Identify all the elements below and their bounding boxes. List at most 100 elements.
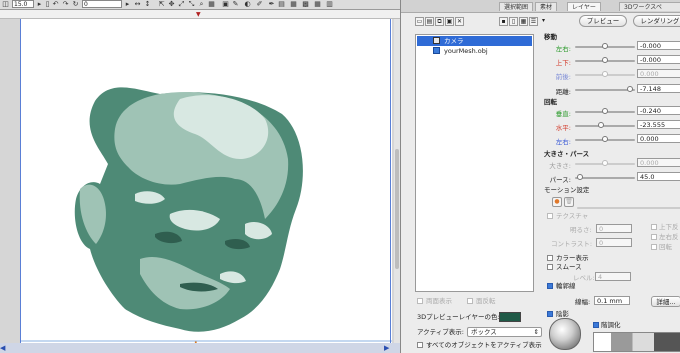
timeline-bar[interactable]: ◀ ▶: [0, 343, 400, 353]
outline-width-field[interactable]: 0.1 mm: [594, 296, 630, 305]
camera-icon: [433, 37, 440, 44]
rotate-h-field[interactable]: -23.555: [637, 120, 680, 129]
distance-field[interactable]: -7.148: [637, 84, 680, 93]
gradient-map[interactable]: [593, 332, 680, 352]
grid5-icon[interactable]: ▥: [326, 1, 333, 8]
expand-icon[interactable]: ⤢: [178, 1, 185, 8]
level-field: 4: [595, 272, 631, 281]
view-grid-icon[interactable]: ▦: [519, 17, 528, 26]
tab-3d-workspace[interactable]: 3Dワークスペ: [619, 2, 680, 11]
perspective-knob[interactable]: [577, 174, 583, 180]
left-arrow-icon[interactable]: ◀: [0, 344, 5, 352]
dropdown-icon[interactable]: ▾: [539, 17, 548, 26]
delete-icon[interactable]: ✕: [455, 17, 464, 26]
pen-icon[interactable]: ✒: [268, 1, 275, 8]
lock-icon[interactable]: ▣: [222, 1, 229, 8]
list-item-camera[interactable]: カメラ: [417, 36, 532, 46]
rotate-h-knob[interactable]: [598, 122, 604, 128]
rotate-cb-label: 回転: [659, 243, 672, 251]
size-knob: [602, 160, 608, 166]
move-icon[interactable]: ✥: [168, 1, 175, 8]
move-x-field[interactable]: -0.000: [637, 41, 680, 50]
move-x-knob[interactable]: [602, 43, 608, 49]
copy-icon[interactable]: ⧉: [435, 17, 444, 26]
color-display-checkbox[interactable]: [547, 255, 553, 261]
rotate-v-field[interactable]: -0.240: [637, 106, 680, 115]
perspective-slider[interactable]: [575, 177, 635, 179]
all-active-checkbox[interactable]: [417, 342, 423, 348]
size-field: 0.000: [637, 158, 680, 167]
grid4-icon[interactable]: ▦: [314, 1, 321, 8]
two-sided-label: 両面表示: [426, 297, 452, 305]
perspective-field[interactable]: 45.0: [637, 172, 680, 181]
brush-icon[interactable]: ✎: [232, 1, 239, 8]
outline-label: 輪郭線: [556, 282, 576, 290]
canvas-area[interactable]: ✚: [0, 19, 400, 353]
distance-knob[interactable]: [627, 86, 633, 92]
scrollbar-thumb[interactable]: [395, 149, 399, 269]
render-button[interactable]: レンダリング...: [633, 15, 680, 27]
frame-icon[interactable]: ◫: [2, 1, 9, 8]
active-display-select[interactable]: ボックス ⇕: [467, 327, 542, 337]
preview-color-swatch[interactable]: [499, 312, 521, 322]
save-icon[interactable]: ▤: [425, 17, 434, 26]
smooth-checkbox[interactable]: [547, 264, 553, 270]
perspective-label: パース:: [549, 176, 571, 184]
guide-left: [20, 19, 21, 353]
tab-layer[interactable]: レイヤー: [567, 2, 601, 11]
move-y-field[interactable]: -0.000: [637, 55, 680, 64]
fit-icon[interactable]: ⇱: [158, 1, 165, 8]
color-display-label: カラー表示: [556, 254, 589, 262]
rotate-icon[interactable]: ↻: [72, 1, 79, 8]
canvas[interactable]: [20, 19, 392, 349]
arrows-h-icon[interactable]: ↔: [134, 1, 141, 8]
view-sq-icon[interactable]: ▪: [499, 17, 508, 26]
stepper-icon[interactable]: ▸: [36, 1, 43, 8]
rotate-roll-field[interactable]: 0.000: [637, 134, 680, 143]
active-display-value: ボックス: [471, 328, 497, 336]
page-icon[interactable]: ▯: [44, 1, 51, 8]
view-list-icon[interactable]: ☰: [529, 17, 538, 26]
preview-button[interactable]: プレビュー: [579, 15, 627, 27]
zoom-field[interactable]: 15.0: [12, 0, 34, 8]
rotate-right-icon[interactable]: ↷: [62, 1, 69, 8]
rotate-roll-knob[interactable]: [602, 136, 608, 142]
list-item-mesh[interactable]: yourMesh.obj: [417, 46, 532, 56]
scene-list[interactable]: カメラ yourMesh.obj: [415, 34, 534, 292]
grid2-icon[interactable]: ▦: [290, 1, 297, 8]
view-page-icon[interactable]: ▯: [509, 17, 518, 26]
rotate-checkbox: [651, 244, 657, 250]
stepper-icon-2[interactable]: ▸: [124, 1, 131, 8]
detail-button[interactable]: 詳細...: [651, 296, 680, 307]
shading-sphere[interactable]: [549, 318, 581, 350]
paste-icon[interactable]: ▣: [445, 17, 454, 26]
pan-icon[interactable]: ⤡: [188, 1, 195, 8]
paint-icon[interactable]: ◐: [244, 1, 251, 8]
rotate-left-icon[interactable]: ↶: [52, 1, 59, 8]
active-display-label: アクティブ表示:: [417, 328, 464, 336]
distance-slider[interactable]: [575, 89, 635, 91]
posterize-checkbox[interactable]: [593, 322, 599, 328]
new-icon[interactable]: ▭: [415, 17, 424, 26]
grid-icon[interactable]: ▦: [208, 1, 215, 8]
rotate-v-label: 垂直:: [555, 110, 571, 118]
brightness-field: 0: [596, 224, 632, 233]
flip-v-label: 上下反: [659, 223, 679, 231]
tab-material[interactable]: 素材: [535, 2, 558, 11]
flip-h-label: 左右反: [659, 233, 679, 241]
shadow-checkbox[interactable]: [547, 311, 553, 317]
ruler-icon[interactable]: ▤: [278, 1, 285, 8]
arrows-v-icon[interactable]: ↕: [144, 1, 151, 8]
rotate-roll-label: 左右:: [555, 138, 571, 146]
move-y-knob[interactable]: [602, 57, 608, 63]
angle-field[interactable]: 0: [82, 0, 122, 8]
smooth-label: スムース: [556, 263, 582, 271]
grid3-icon[interactable]: ▩: [302, 1, 309, 8]
outline-checkbox[interactable]: [547, 283, 553, 289]
rotate-h-slider[interactable]: [575, 125, 635, 127]
eyedropper-icon[interactable]: ✐: [256, 1, 263, 8]
zoom-icon[interactable]: ⌕: [198, 1, 205, 8]
right-arrow-icon[interactable]: ▶: [384, 344, 389, 352]
tab-selection[interactable]: 選択範囲: [499, 2, 534, 11]
rotate-v-knob[interactable]: [602, 108, 608, 114]
